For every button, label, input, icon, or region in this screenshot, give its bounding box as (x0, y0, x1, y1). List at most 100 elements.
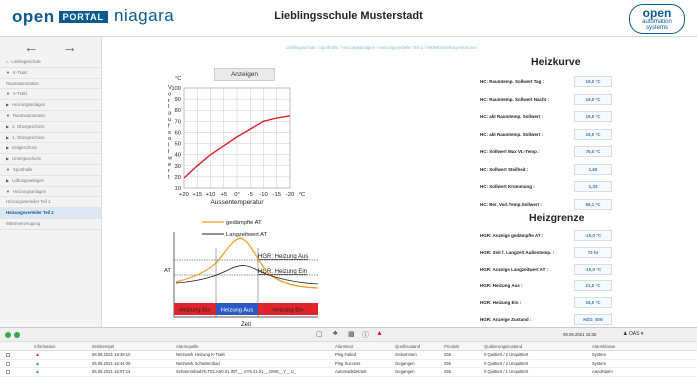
expand-toggle-icon[interactable]: ▼ (6, 70, 10, 75)
heizgrenze-value[interactable]: -10,0 °C (574, 263, 612, 275)
breadcrumb[interactable]: Lieblingsschule / Sporthalle / Heizungsa… (286, 45, 477, 50)
table-row[interactable]: ▲ 06.08.2021 16:07:14 Schwimmbad:RLT03.AS0… (0, 368, 697, 377)
sidebar-item-label: Lieblingsschule (11, 59, 41, 64)
column-header[interactable]: Alarmklasse (592, 342, 615, 351)
sidebar-item-label: K-Trakt (12, 69, 27, 75)
heizkurve-row: HC: akt Raumtemp. Sollwert : 19,0 °C (468, 128, 623, 141)
heizkurve-label: HC: akt Raumtemp. Sollwert : (480, 114, 544, 119)
legend-label: Langzeitwert AT (226, 232, 268, 238)
expand-toggle-icon[interactable]: ▼ (6, 113, 10, 118)
column-header[interactable]: Priorität (444, 342, 459, 351)
heizgrenze-label: HGR: Zeit f. Langzeit Außentemp. : (480, 249, 555, 255)
bell-icon[interactable]: ♣ (333, 330, 338, 337)
row-checkbox[interactable] (6, 353, 10, 357)
expand-toggle-icon[interactable]: ▼ (6, 167, 10, 172)
table-cell: 255 (444, 352, 451, 357)
sidebar-item[interactable]: ▶ 1. Obergeschoss (0, 133, 101, 144)
sidebar-item-label: Lüftungsanlagen (12, 177, 44, 183)
heizkurve-value[interactable]: 1,60 (574, 163, 612, 175)
alarm-table-body: ▲ 06.08.2021 19:39:10 Netzwerk Heizung K-T… (0, 351, 697, 377)
table-cell: 0 Quittiert / 2 Unquittiert (484, 352, 529, 357)
expand-toggle-icon[interactable]: ▼ (6, 189, 10, 194)
info-icon[interactable]: ⓘ (362, 330, 369, 340)
expand-toggle-icon[interactable]: ▶ (6, 135, 9, 140)
print-icon[interactable]: ▩ (348, 330, 355, 338)
row-checkbox[interactable] (6, 370, 10, 375)
header-bar: open PORTAL niagara Lieblingsschule Must… (0, 0, 697, 37)
expand-toggle-icon[interactable]: ▶ (6, 124, 9, 129)
sidebar-item-label: 2. Obergeschoss (12, 123, 45, 129)
user-menu[interactable]: ♟ OAS ▾ (623, 331, 643, 337)
sidebar-item[interactable]: ⌂ Lieblingsschule (0, 57, 101, 68)
home-icon[interactable]: ⌂ (6, 59, 8, 64)
sidebar-item[interactable]: ▶ Lüftungsanlagen (0, 176, 101, 187)
sidebar-item[interactable]: ▶ Erdgeschoss (0, 143, 101, 155)
heizgrenze-value[interactable]: 16,0 °C (574, 297, 612, 309)
table-cell: Gekommen (395, 352, 417, 357)
sidebar-item[interactable]: ▼ Heizungsanlagen (0, 187, 101, 198)
y-tick-label: 20 (175, 175, 181, 181)
sidebar-item-label: Sporthalle (12, 166, 33, 172)
y-tick-label: 80 (175, 108, 181, 114)
heizgrenze-value[interactable]: HZG_EIN (574, 314, 612, 325)
expand-toggle-icon[interactable]: ▶ (6, 102, 9, 107)
heizkurve-value[interactable]: 75,0 °C (574, 146, 612, 157)
heizgrenze-row: HGR: Anzeige Langzeitwert AT : -10,0 °C (468, 263, 623, 276)
sidebar-item[interactable]: ▶ 2. Obergeschoss (0, 122, 101, 133)
table-cell: Netzwerk Heizung K-Trakt (176, 352, 225, 357)
sidebar-item-label: Heizungsverteiler Teil 1 (6, 199, 51, 205)
expand-toggle-icon[interactable]: ▶ (6, 145, 9, 150)
sidebar-item[interactable]: Heizungsverteiler Teil 1 (0, 197, 101, 209)
column-header[interactable]: Quellzustand (395, 342, 420, 351)
heizgrenze-value[interactable]: 21,0 °C (574, 280, 612, 292)
sidebar-item[interactable]: ▼ Sporthalle (0, 165, 101, 176)
x-tick-label: +10 (206, 192, 216, 198)
table-cell: Automatikbetrieb (335, 369, 367, 375)
table-row[interactable]: ▲ 06.08.2021 19:39:10 Netzwerk Heizung K-T… (0, 351, 697, 360)
heizkurve-label: HC: Sollwert Steilheit : (480, 166, 529, 172)
column-header[interactable]: Alarmquelle (176, 342, 199, 351)
back-arrow-icon[interactable]: ← (24, 39, 39, 56)
heizkurve-value[interactable]: 1,33 (574, 181, 612, 192)
expand-toggle-icon[interactable]: ▶ (6, 156, 9, 161)
column-header[interactable]: Quittierungszustand (484, 342, 522, 351)
heizkurve-value[interactable]: 19,0 °C (574, 111, 612, 122)
status-dot-icon (14, 332, 20, 338)
heizkurve-value[interactable]: 16,0 °C (574, 93, 612, 105)
table-cell: 06.08.2021 16:07:14 (92, 369, 131, 375)
heizgrenze-value[interactable]: -10,0 °C (574, 230, 612, 241)
forward-arrow-icon[interactable]: → (62, 39, 77, 56)
table-cell: Schwimmbad:RLT03.AS0.01.INT.__.SY5.41.01… (176, 369, 297, 375)
sidebar-item[interactable]: Heizungsverteiler Teil 2 (0, 208, 101, 219)
x-tick-label: -5 (248, 192, 253, 198)
sidebar-item[interactable]: Raumautomation (0, 79, 101, 90)
sidebar-item[interactable]: Wärmeerzeugung (0, 219, 101, 230)
x-tick-label: -15 (273, 192, 281, 198)
heizkurve-value[interactable]: 19,0 °C (574, 76, 612, 87)
column-header[interactable]: Information (34, 342, 56, 351)
page-title: Lieblingsschule Musterstadt (274, 10, 423, 22)
filter-icon[interactable]: ▢ (316, 330, 323, 338)
sidebar-item[interactable]: ▼ K-Trakt (0, 68, 101, 79)
column-header[interactable]: Zeitstempel (92, 342, 114, 351)
alarm-table-header: Information Zeitstempel Alarmquelle Alarmte… (0, 342, 697, 351)
heizgrenze-chart: AT gedämpfte AT Langzeitwert AT HGR: Heizun… (164, 220, 319, 328)
sidebar-item[interactable]: ▶ Untergeschoss (0, 154, 101, 165)
alarm-icon[interactable]: ▲ (376, 330, 383, 337)
heizkurve-value[interactable]: 19,0 °C (574, 128, 612, 140)
x-tick-label: 0° (234, 192, 240, 198)
heizgrenze-value[interactable]: 72 hr (574, 246, 612, 258)
column-header[interactable]: Alarmtext (335, 342, 353, 351)
expand-toggle-icon[interactable]: ▼ (6, 91, 10, 96)
sidebar-item[interactable]: ▼ Raumautomation (0, 111, 101, 122)
sidebar-item[interactable]: ▼ A-Trakt (0, 89, 101, 101)
sidebar: ← → ⌂ Lieblingsschule ▼ K-Trakt Raumautomati… (0, 37, 102, 327)
sidebar-item-label: Heizungsverteiler Teil 2 (6, 210, 54, 216)
current-datetime: 09.08.2021 15:36 (563, 332, 597, 337)
heizkurve-value[interactable]: 66,1 °C (574, 198, 612, 210)
row-checkbox[interactable] (6, 361, 10, 366)
expand-toggle-icon[interactable]: ▶ (6, 178, 9, 183)
table-row[interactable]: ▲ 06.08.2021 16:44:35 Netzwerk Schwimmbad P… (0, 360, 697, 369)
heizgrenze-row: HGR: Heizung Aus : 21,0 °C (468, 280, 623, 292)
sidebar-item[interactable]: ▶ Heizungsanlagen (0, 100, 101, 111)
